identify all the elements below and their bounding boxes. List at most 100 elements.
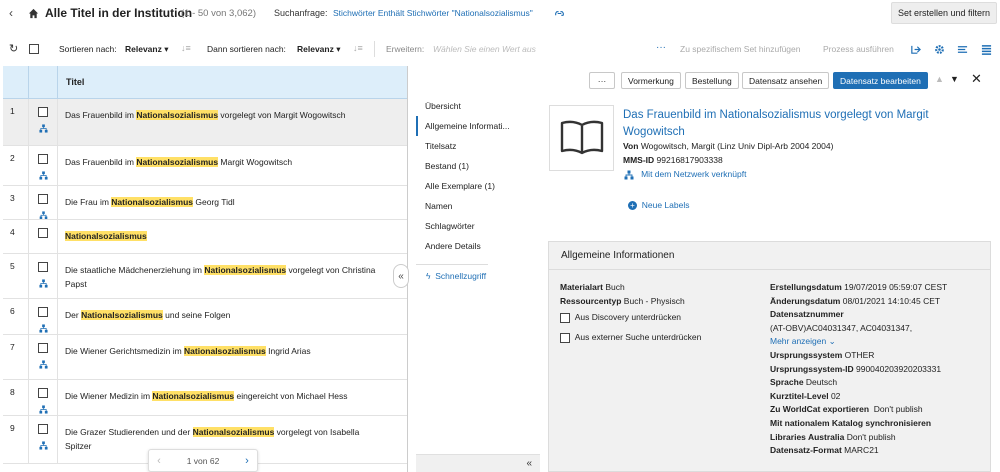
row-title[interactable]: Das Frauenbild im Nationalsozialismus vo… bbox=[58, 99, 407, 145]
row-title[interactable]: Der Nationalsozialismus und seine Folgen bbox=[58, 299, 407, 334]
row-checkbox[interactable] bbox=[38, 307, 48, 317]
row-title[interactable]: Die staatliche Mädchenerziehung im Natio… bbox=[58, 254, 407, 298]
row-title[interactable]: Das Frauenbild im Nationalsozialismus Ma… bbox=[58, 146, 407, 185]
sort-label: Sortieren nach: bbox=[59, 44, 117, 54]
row-title[interactable]: Die Wiener Gerichtsmedizin im Nationalso… bbox=[58, 335, 407, 379]
sort-direction-icon[interactable]: ↓≡ bbox=[181, 43, 191, 53]
general-info-heading: Allgemeine Informationen bbox=[549, 242, 990, 270]
suppress-external-checkbox[interactable] bbox=[560, 332, 570, 343]
record-mms-id: MMS-ID 99216817903338 bbox=[623, 155, 723, 165]
nav-overview[interactable]: Übersicht bbox=[416, 96, 518, 116]
record-title[interactable]: Das Frauenbild im Nationalsozialismus vo… bbox=[623, 107, 983, 141]
row-select-cell bbox=[29, 380, 58, 415]
back-arrow-icon[interactable]: ‹ bbox=[9, 6, 13, 20]
table-view-icon[interactable] bbox=[981, 44, 992, 55]
then-sort-select[interactable]: Relevanz ▾ bbox=[297, 44, 341, 55]
table-row[interactable]: 3 Die Frau im Nationalsozialismus Georg T… bbox=[3, 186, 407, 220]
home-icon[interactable] bbox=[28, 8, 39, 19]
table-row[interactable]: 7 Die Wiener Gerichtsmedizin im Nationals… bbox=[3, 335, 407, 380]
view-record-button[interactable]: Datensatz ansehen bbox=[742, 72, 830, 89]
table-row[interactable]: 2 Das Frauenbild im Nationalsozialismus M… bbox=[3, 146, 407, 186]
run-process-button[interactable]: Prozess ausführen bbox=[823, 44, 894, 54]
row-title[interactable]: Die Wiener Medizin im Nationalsozialismu… bbox=[58, 380, 407, 415]
search-query[interactable]: Stichwörter Enthält Stichwörter "Nationa… bbox=[333, 8, 533, 18]
nav-general-info[interactable]: Allgemeine Informati... bbox=[416, 116, 518, 136]
ellipsis-icon[interactable]: ··· bbox=[656, 42, 666, 53]
record-format: Datensatz-Format MARC21 bbox=[770, 445, 879, 456]
sort-select[interactable]: Relevanz ▾ bbox=[125, 44, 169, 55]
row-checkbox[interactable] bbox=[38, 262, 48, 272]
then-sort-direction-icon[interactable]: ↓≡ bbox=[353, 43, 363, 53]
order-button[interactable]: Bestellung bbox=[685, 72, 739, 89]
search-highlight: Nationalsozialismus bbox=[81, 310, 163, 320]
table-row[interactable]: 6 Der Nationalsozialismus und seine Folge… bbox=[3, 299, 407, 335]
network-icon[interactable] bbox=[39, 210, 48, 219]
network-icon[interactable] bbox=[38, 441, 48, 450]
more-actions-button[interactable]: ··· bbox=[589, 72, 615, 89]
row-checkbox[interactable] bbox=[38, 194, 48, 204]
edit-record-button[interactable]: Datensatz bearbeiten bbox=[833, 72, 928, 89]
row-checkbox[interactable] bbox=[38, 154, 48, 164]
nav-subjects[interactable]: Schlagwörter bbox=[416, 216, 518, 236]
row-title[interactable]: Die Frau im Nationalsozialismus Georg Ti… bbox=[58, 186, 407, 219]
row-select-cell bbox=[29, 254, 58, 298]
network-icon[interactable] bbox=[38, 405, 48, 414]
column-header-title[interactable]: Titel bbox=[58, 66, 84, 98]
table-row[interactable]: 5 Die staatliche Mädchenerziehung im Nati… bbox=[3, 254, 407, 299]
row-select-cell bbox=[29, 99, 58, 145]
up-arrow-icon[interactable]: ▲ bbox=[935, 74, 944, 84]
network-link[interactable]: Mit dem Netzwerk verknüpft bbox=[624, 169, 746, 180]
suppress-discovery-checkbox[interactable] bbox=[560, 312, 570, 323]
prev-page-icon[interactable]: ‹ bbox=[149, 455, 169, 467]
table-row[interactable]: 4 Nationalsozialismus bbox=[3, 220, 407, 254]
next-page-icon[interactable]: › bbox=[237, 455, 257, 467]
row-number: 4 bbox=[3, 220, 29, 253]
link-icon[interactable] bbox=[554, 9, 565, 18]
nav-other-details[interactable]: Andere Details bbox=[416, 236, 518, 256]
network-icon[interactable] bbox=[38, 279, 48, 288]
search-highlight: Nationalsozialismus bbox=[192, 427, 275, 437]
collapse-nav-icon[interactable]: « bbox=[526, 458, 532, 469]
search-highlight: Nationalsozialismus bbox=[204, 265, 287, 275]
row-number: 6 bbox=[3, 299, 29, 334]
nav-names[interactable]: Namen bbox=[416, 196, 518, 216]
table-row[interactable]: 8 Die Wiener Medizin im Nationalsozialism… bbox=[3, 380, 407, 416]
section-nav: Übersicht Allgemeine Informati... Titels… bbox=[416, 96, 518, 281]
nav-footer: « bbox=[416, 454, 540, 472]
new-labels-button[interactable]: + Neue Labels bbox=[628, 200, 689, 210]
row-number: 5 bbox=[3, 254, 29, 298]
down-arrow-icon[interactable]: ▼ bbox=[950, 74, 959, 84]
row-checkbox[interactable] bbox=[38, 343, 48, 353]
reserve-button[interactable]: Vormerkung bbox=[621, 72, 681, 89]
network-icon[interactable] bbox=[38, 124, 48, 133]
nav-bib-record[interactable]: Titelsatz bbox=[416, 136, 518, 156]
list-view-icon[interactable] bbox=[957, 44, 968, 55]
refresh-icon[interactable]: ↻ bbox=[9, 42, 18, 55]
create-set-button[interactable]: Set erstellen und filtern bbox=[891, 2, 998, 24]
show-more-link[interactable]: Mehr anzeigen ⌄ bbox=[770, 335, 947, 349]
network-icon[interactable] bbox=[38, 360, 48, 369]
search-highlight: Nationalsozialismus bbox=[136, 110, 219, 120]
export-icon[interactable] bbox=[910, 44, 921, 55]
gear-icon[interactable] bbox=[934, 44, 945, 55]
add-to-set-button[interactable]: Zu spezifischem Set hinzufügen bbox=[680, 44, 800, 54]
row-checkbox[interactable] bbox=[38, 107, 48, 117]
collapse-list-handle[interactable]: « bbox=[393, 264, 409, 288]
table-row[interactable]: 1 Das Frauenbild im Nationalsozialismus v… bbox=[3, 99, 407, 146]
row-checkbox[interactable] bbox=[38, 388, 48, 398]
row-title[interactable]: Nationalsozialismus bbox=[58, 220, 407, 253]
row-checkbox[interactable] bbox=[38, 424, 48, 434]
quick-access-link[interactable]: ϟ Schnellzugriff bbox=[416, 265, 518, 281]
nav-holdings[interactable]: Bestand (1) bbox=[416, 156, 518, 176]
network-icon[interactable] bbox=[38, 171, 48, 180]
row-select-cell bbox=[29, 186, 58, 219]
close-icon[interactable]: ✕ bbox=[971, 71, 982, 87]
select-all-checkbox[interactable] bbox=[29, 44, 39, 54]
expand-select[interactable]: Wählen Sie einen Wert aus bbox=[433, 44, 536, 54]
row-checkbox[interactable] bbox=[38, 228, 48, 238]
book-thumbnail bbox=[549, 105, 614, 171]
network-icon[interactable] bbox=[38, 324, 48, 333]
national-catalog-sync: Mit nationalem Katalog synchronisieren bbox=[770, 417, 932, 428]
nav-all-items[interactable]: Alle Exemplare (1) bbox=[416, 176, 518, 196]
top-bar: ‹ Alle Titel in der Institution (1 - 50 … bbox=[0, 0, 1000, 30]
